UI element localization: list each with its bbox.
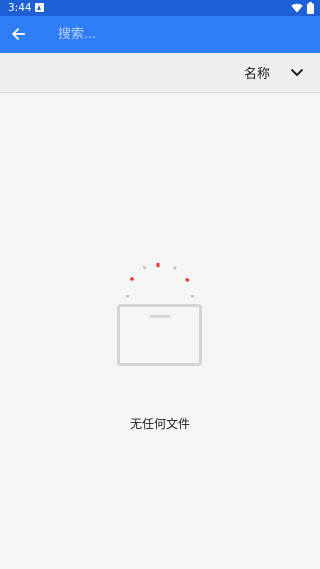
chevron-down-icon [290,68,304,77]
status-bar: 3:44 [0,0,320,16]
sort-dropdown[interactable]: 名称 [244,53,304,92]
wifi-icon [291,3,303,13]
status-icons [291,2,314,14]
notification-icon [35,3,44,12]
status-time: 3:44 [8,2,32,14]
arrow-left-icon [11,27,25,41]
battery-icon [307,2,314,14]
search-input[interactable] [58,24,298,44]
app-bar [0,16,320,53]
sort-label: 名称 [243,67,270,82]
back-button[interactable] [6,22,30,46]
empty-message: 无任何文件 [129,417,190,431]
empty-state [0,255,320,375]
empty-folder-icon [117,263,202,366]
sort-bar: 名称 [0,53,320,93]
